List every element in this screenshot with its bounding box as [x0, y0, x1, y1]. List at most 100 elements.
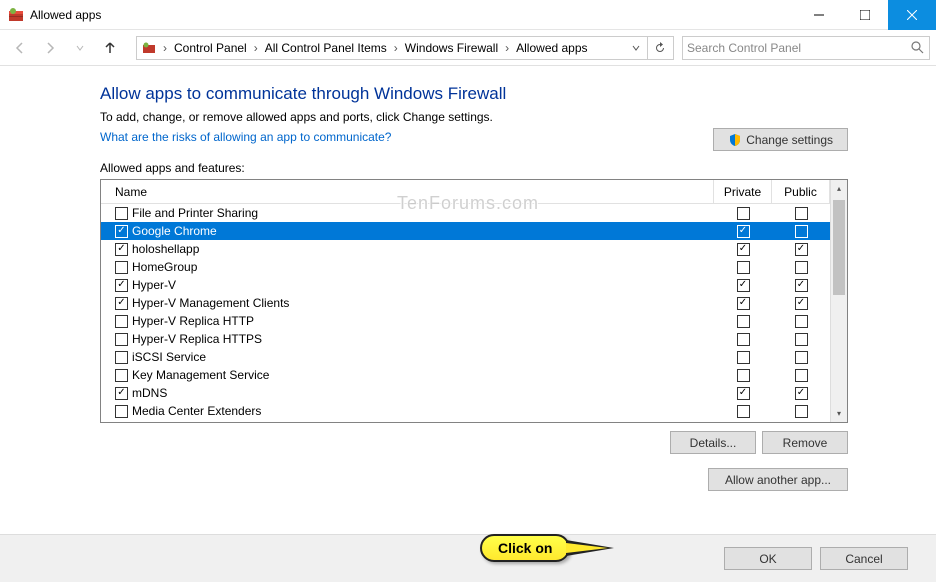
private-checkbox[interactable]	[737, 333, 750, 346]
app-name: Hyper-V Replica HTTP	[132, 314, 714, 328]
search-box[interactable]	[682, 36, 930, 60]
enable-checkbox[interactable]	[115, 369, 128, 382]
scroll-thumb[interactable]	[833, 200, 845, 295]
app-name: Hyper-V Replica HTTPS	[132, 332, 714, 346]
address-dropdown[interactable]	[627, 44, 645, 52]
enable-checkbox[interactable]	[115, 279, 128, 292]
private-checkbox[interactable]	[737, 261, 750, 274]
breadcrumb-item[interactable]: Windows Firewall	[402, 37, 501, 59]
change-settings-button[interactable]: Change settings	[713, 128, 848, 151]
col-private[interactable]: Private	[714, 180, 772, 203]
window-title: Allowed apps	[30, 8, 796, 22]
breadcrumb-item[interactable]: Control Panel	[171, 37, 250, 59]
enable-checkbox[interactable]	[115, 405, 128, 418]
up-button[interactable]	[96, 34, 124, 62]
minimize-button[interactable]	[796, 0, 842, 30]
scroll-up-button[interactable]: ▴	[831, 180, 847, 197]
col-public[interactable]: Public	[772, 180, 830, 203]
titlebar: Allowed apps	[0, 0, 936, 30]
search-icon[interactable]	[909, 41, 925, 54]
refresh-button[interactable]	[647, 37, 671, 59]
page-subheading: To add, change, or remove allowed apps a…	[100, 110, 848, 124]
chevron-right-icon[interactable]: ›	[503, 41, 511, 55]
public-checkbox[interactable]	[795, 369, 808, 382]
private-checkbox[interactable]	[737, 387, 750, 400]
enable-checkbox[interactable]	[115, 315, 128, 328]
public-checkbox[interactable]	[795, 207, 808, 220]
cancel-button[interactable]: Cancel	[820, 547, 908, 570]
recent-dropdown[interactable]	[66, 34, 94, 62]
app-name: iSCSI Service	[132, 350, 714, 364]
public-checkbox[interactable]	[795, 387, 808, 400]
public-checkbox[interactable]	[795, 225, 808, 238]
app-row[interactable]: Media Center Extenders	[101, 402, 830, 420]
private-checkbox[interactable]	[737, 351, 750, 364]
scrollbar[interactable]: ▴ ▾	[830, 180, 847, 422]
callout-text: Click on	[480, 534, 570, 562]
nav-toolbar: › Control Panel › All Control Panel Item…	[0, 30, 936, 66]
enable-checkbox[interactable]	[115, 333, 128, 346]
public-checkbox[interactable]	[795, 315, 808, 328]
private-checkbox[interactable]	[737, 405, 750, 418]
public-checkbox[interactable]	[795, 243, 808, 256]
remove-button[interactable]: Remove	[762, 431, 848, 454]
app-row[interactable]: Google Chrome	[101, 222, 830, 240]
app-name: Hyper-V Management Clients	[132, 296, 714, 310]
private-checkbox[interactable]	[737, 243, 750, 256]
col-name[interactable]: Name	[101, 180, 714, 203]
public-checkbox[interactable]	[795, 351, 808, 364]
private-checkbox[interactable]	[737, 279, 750, 292]
risks-link[interactable]: What are the risks of allowing an app to…	[100, 130, 391, 144]
app-row[interactable]: Hyper-V Replica HTTPS	[101, 330, 830, 348]
allowed-apps-label: Allowed apps and features:	[100, 161, 848, 175]
enable-checkbox[interactable]	[115, 351, 128, 364]
change-settings-label: Change settings	[746, 133, 833, 147]
breadcrumb-item[interactable]: Allowed apps	[513, 37, 590, 59]
chevron-right-icon[interactable]: ›	[252, 41, 260, 55]
app-row[interactable]: Hyper-V Replica HTTP	[101, 312, 830, 330]
public-checkbox[interactable]	[795, 333, 808, 346]
public-checkbox[interactable]	[795, 279, 808, 292]
firewall-icon	[8, 7, 24, 23]
address-bar[interactable]: › Control Panel › All Control Panel Item…	[136, 36, 674, 60]
app-row[interactable]: Hyper-V Management Clients	[101, 294, 830, 312]
public-checkbox[interactable]	[795, 261, 808, 274]
private-checkbox[interactable]	[737, 315, 750, 328]
app-row[interactable]: HomeGroup	[101, 258, 830, 276]
app-row[interactable]: File and Printer Sharing	[101, 204, 830, 222]
breadcrumb-item[interactable]: All Control Panel Items	[262, 37, 390, 59]
enable-checkbox[interactable]	[115, 387, 128, 400]
content-area: Allow apps to communicate through Window…	[0, 66, 936, 534]
search-input[interactable]	[687, 41, 909, 55]
scroll-down-button[interactable]: ▾	[831, 405, 847, 422]
allow-another-app-button[interactable]: Allow another app...	[708, 468, 848, 491]
app-row[interactable]: Key Management Service	[101, 366, 830, 384]
private-checkbox[interactable]	[737, 297, 750, 310]
enable-checkbox[interactable]	[115, 297, 128, 310]
chevron-right-icon[interactable]: ›	[161, 41, 169, 55]
enable-checkbox[interactable]	[115, 225, 128, 238]
app-row[interactable]: holoshellapp	[101, 240, 830, 258]
public-checkbox[interactable]	[795, 297, 808, 310]
app-row[interactable]: Hyper-V	[101, 276, 830, 294]
ok-button[interactable]: OK	[724, 547, 812, 570]
chevron-right-icon[interactable]: ›	[392, 41, 400, 55]
app-row[interactable]: iSCSI Service	[101, 348, 830, 366]
enable-checkbox[interactable]	[115, 261, 128, 274]
enable-checkbox[interactable]	[115, 243, 128, 256]
apps-listbox: Name Private Public File and Printer Sha…	[100, 179, 848, 423]
private-checkbox[interactable]	[737, 225, 750, 238]
back-button[interactable]	[6, 34, 34, 62]
app-row[interactable]: mDNS	[101, 384, 830, 402]
footer-bar: OK Cancel	[0, 534, 936, 582]
forward-button[interactable]	[36, 34, 64, 62]
details-button[interactable]: Details...	[670, 431, 756, 454]
close-button[interactable]	[888, 0, 936, 30]
public-checkbox[interactable]	[795, 405, 808, 418]
enable-checkbox[interactable]	[115, 207, 128, 220]
maximize-button[interactable]	[842, 0, 888, 30]
firewall-icon	[141, 40, 157, 56]
private-checkbox[interactable]	[737, 369, 750, 382]
private-checkbox[interactable]	[737, 207, 750, 220]
app-name: Google Chrome	[132, 224, 714, 238]
